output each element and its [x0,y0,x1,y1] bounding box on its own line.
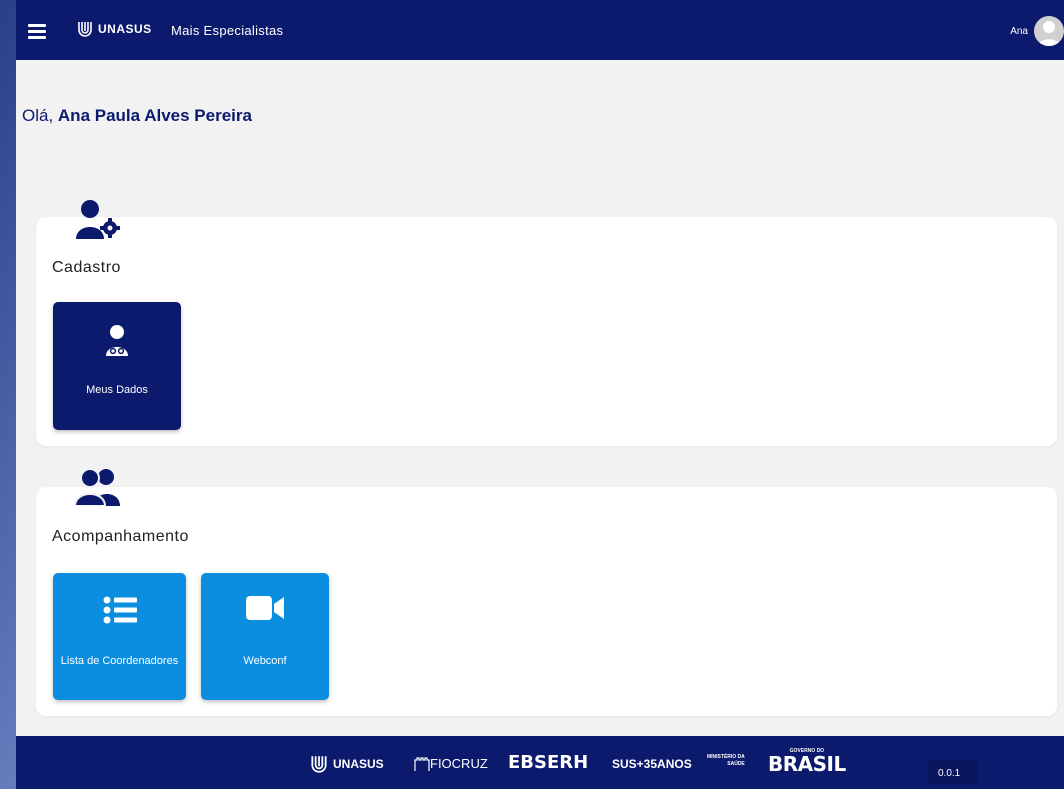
app-window: UNASUS Mais Especialistas Ana Olá, Ana P… [16,0,1064,789]
footer-logo-ebserh: EBSERH [508,752,589,773]
unasus-mark-icon [311,756,327,773]
top-bar: UNASUS Mais Especialistas Ana [16,0,1064,60]
default-avatar-icon [1038,21,1060,46]
hamburger-menu-icon[interactable] [28,24,46,39]
tile-label: Webconf [243,655,287,667]
tile-label: Lista de Coordenadores [60,655,179,667]
footer-logo-fiocruz-text: FIOCRUZ [430,756,488,771]
tile-lista-de-coordenadores[interactable]: Lista de Coordenadores [53,573,186,700]
greeting: Olá, Ana Paula Alves Pereira [22,106,252,126]
section-title-acompanhamento: Acompanhamento [52,528,189,545]
footer-logo-brasil-text: BRASIL [768,752,846,776]
list-icon [103,596,137,624]
brand-text: UNASUS [98,22,152,36]
footer-logo-ministerio-line2: SAÚDE [727,761,745,767]
app-title: Mais Especialistas [171,23,284,38]
user-gear-icon [76,200,120,239]
user-doctor-icon [106,325,128,356]
users-icon [74,468,120,506]
section-cadastro: Cadastro Meus Dados [36,217,1057,446]
video-camera-icon [246,596,284,620]
user-menu[interactable]: Ana [1010,16,1064,46]
version-label: 0.0.1 [938,768,961,779]
tile-label: Meus Dados [86,384,148,396]
footer-logo-sus: SUS+35ANOS [612,757,692,771]
tile-webconf[interactable]: Webconf [201,573,329,700]
unasus-mark-icon [78,22,92,37]
footer-logo-unasus-text: UNASUS [333,757,384,771]
unasus-logo[interactable]: UNASUS [76,20,152,38]
greeting-user-name: Ana Paula Alves Pereira [57,106,252,125]
user-name: Ana [1010,25,1028,37]
footer-logo-unasus: UNASUS [309,754,384,774]
section-title-cadastro: Cadastro [52,259,121,276]
avatar[interactable] [1034,16,1064,46]
section-acompanhamento: Acompanhamento Lista de Coordenadores We… [36,487,1057,716]
footer: UNASUS FIOCRUZ EBSERH SUS+35ANOS MINISTÉ… [16,736,1064,789]
tile-meus-dados[interactable]: Meus Dados [53,302,181,430]
footer-logo-ministerio-line1: MINISTÉRIO DA [707,754,745,760]
greeting-prefix: Olá, [22,106,58,125]
footer-logo-governo-brasil: GOVERNO DO BRASIL [768,748,846,774]
footer-logo-ministerio: MINISTÉRIO DA SAÚDE [707,754,745,768]
fiocruz-castle-icon [414,756,430,771]
footer-logo-fiocruz: FIOCRUZ [414,756,488,771]
